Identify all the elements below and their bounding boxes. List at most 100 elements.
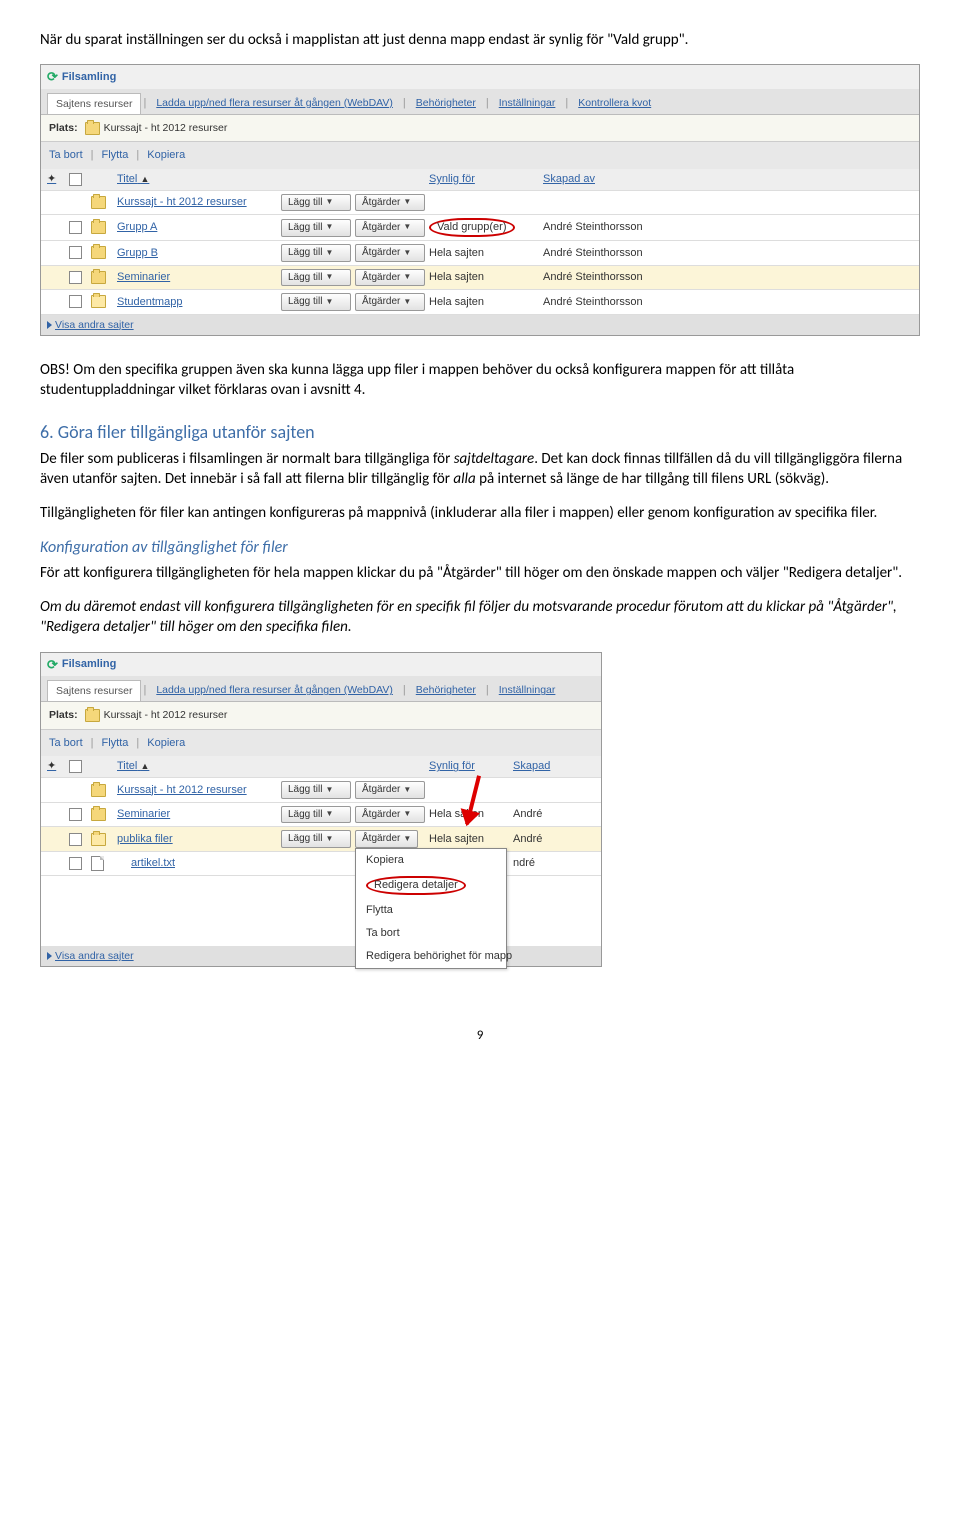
visible-for-value: Hela sajten	[429, 295, 539, 310]
dropdown-caret-icon: ▼	[325, 197, 333, 208]
dropdown-caret-icon: ▼	[325, 834, 333, 845]
actions-menu: Kopiera Redigera detaljer Flytta Ta bort…	[355, 848, 507, 968]
actions-button[interactable]: Åtgärder▼	[355, 219, 425, 237]
section-6-paragraph-1: De filer som publiceras i filsamlingen ä…	[40, 449, 920, 490]
bulk-actions: Ta bort | Flytta | Kopiera	[41, 730, 601, 757]
dropdown-caret-icon: ▼	[325, 272, 333, 283]
page-number: 9	[40, 1027, 920, 1045]
subsection-heading: Konfiguration av tillgänglighet för file…	[40, 537, 920, 559]
actions-button[interactable]: Åtgärder▼	[355, 781, 425, 799]
row-name[interactable]: Seminarier	[117, 807, 277, 822]
divider: |	[401, 93, 408, 114]
action-copy[interactable]: Kopiera	[147, 736, 185, 751]
row-checkbox[interactable]	[69, 808, 82, 821]
actions-dropdown[interactable]: Åtgärder▼ Kopiera Redigera detaljer Flyt…	[355, 830, 425, 848]
tab-bar: Sajtens resurser | Ladda upp/ned flera r…	[41, 676, 601, 702]
row-name[interactable]: artikel.txt	[117, 856, 277, 871]
action-move[interactable]: Flytta	[102, 736, 129, 751]
table-row: artikel.txt Åtgärder▼ ndré	[41, 852, 601, 877]
tab-behorigheter[interactable]: Behörigheter	[408, 680, 484, 701]
actions-button[interactable]: Åtgärder▼	[355, 806, 425, 824]
divider: |	[484, 680, 491, 701]
author-value: ndré	[513, 856, 573, 871]
add-button[interactable]: Lägg till▼	[281, 244, 351, 262]
author-value: André Steinthorsson	[543, 246, 693, 261]
refresh-icon: ⟳	[47, 68, 58, 86]
add-button[interactable]: Lägg till▼	[281, 269, 351, 287]
actions-button[interactable]: Åtgärder▼	[355, 293, 425, 311]
visible-for-value: Vald grupp(er)	[429, 218, 539, 237]
visible-for-value: Hela sajten	[429, 246, 539, 261]
tab-webdav[interactable]: Ladda upp/ned flera resurser åt gången (…	[148, 680, 401, 701]
tab-webdav[interactable]: Ladda upp/ned flera resurser åt gången (…	[148, 93, 401, 114]
menu-item-copy[interactable]: Kopiera	[356, 849, 506, 872]
row-checkbox[interactable]	[69, 857, 82, 870]
add-button[interactable]: Lägg till▼	[281, 781, 351, 799]
actions-button[interactable]: Åtgärder▼	[355, 269, 425, 287]
menu-item-delete[interactable]: Ta bort	[356, 922, 506, 945]
dropdown-caret-icon: ▼	[403, 785, 411, 796]
add-button[interactable]: Lägg till▼	[281, 806, 351, 824]
col-created-by[interactable]: Skapad av	[543, 172, 693, 187]
row-checkbox[interactable]	[69, 221, 82, 234]
tab-installningar[interactable]: Inställningar	[491, 680, 564, 701]
tab-sajtens-resurser[interactable]: Sajtens resurser	[47, 93, 141, 114]
menu-item-move[interactable]: Flytta	[356, 899, 506, 922]
show-other-sites-link[interactable]: Visa andra sajter	[41, 946, 601, 966]
highlight-oval: Redigera detaljer	[366, 876, 466, 895]
row-name[interactable]: publika filer	[117, 832, 277, 847]
action-move[interactable]: Flytta	[102, 148, 129, 163]
col-title[interactable]: Titel ▲	[117, 759, 277, 774]
action-copy[interactable]: Kopiera	[147, 148, 185, 163]
screenshot-filsamling-1: ⟳ Filsamling Sajtens resurser | Ladda up…	[40, 64, 920, 336]
tab-sajtens-resurser[interactable]: Sajtens resurser	[47, 680, 141, 701]
action-delete[interactable]: Ta bort	[49, 736, 83, 751]
plats-value: Kurssajt - ht 2012 resurser	[104, 708, 228, 722]
table-row: Kurssajt - ht 2012 resurser Lägg till▼ Å…	[41, 778, 601, 803]
row-name[interactable]: Kurssajt - ht 2012 resurser	[117, 195, 277, 210]
tab-behorigheter[interactable]: Behörigheter	[408, 93, 484, 114]
row-name[interactable]: Kurssajt - ht 2012 resurser	[117, 783, 277, 798]
col-visible-for[interactable]: Synlig för	[429, 172, 539, 187]
col-title[interactable]: Titel ▲	[117, 172, 277, 187]
dropdown-caret-icon: ▼	[325, 297, 333, 308]
col-expand: ✦	[47, 759, 65, 774]
add-button[interactable]: Lägg till▼	[281, 830, 351, 848]
row-checkbox[interactable]	[69, 833, 82, 846]
folder-open-icon	[91, 833, 106, 846]
tab-kontrollera-kvot[interactable]: Kontrollera kvot	[570, 93, 659, 114]
row-checkbox[interactable]	[69, 271, 82, 284]
actions-button[interactable]: Åtgärder▼	[355, 830, 418, 848]
add-button[interactable]: Lägg till▼	[281, 219, 351, 237]
table-row: Studentmapp Lägg till▼ Åtgärder▼ Hela sa…	[41, 290, 919, 315]
col-created-by[interactable]: Skapad	[513, 759, 573, 774]
folder-icon	[85, 709, 100, 722]
row-checkbox[interactable]	[69, 295, 82, 308]
select-all-checkbox[interactable]	[69, 173, 82, 186]
menu-item-edit-details[interactable]: Redigera detaljer	[356, 872, 506, 899]
divider: |	[141, 93, 148, 114]
row-name[interactable]: Grupp B	[117, 246, 277, 261]
menu-item-edit-permissions[interactable]: Redigera behörighet för mapp	[356, 945, 506, 968]
show-other-sites-link[interactable]: Visa andra sajter	[41, 315, 919, 335]
tab-installningar[interactable]: Inställningar	[491, 93, 564, 114]
col-visible-for[interactable]: Synlig för	[429, 759, 509, 774]
dropdown-caret-icon: ▼	[403, 272, 411, 283]
author-value: André	[513, 807, 573, 822]
divider: |	[141, 680, 148, 701]
row-name[interactable]: Seminarier	[117, 270, 277, 285]
action-delete[interactable]: Ta bort	[49, 148, 83, 163]
row-name[interactable]: Studentmapp	[117, 295, 277, 310]
actions-button[interactable]: Åtgärder▼	[355, 194, 425, 212]
table-header: ✦ Titel ▲ Synlig för Skapad av	[41, 169, 919, 191]
row-name[interactable]: Grupp A	[117, 220, 277, 235]
col-expand: ✦	[47, 172, 65, 187]
divider: |	[484, 93, 491, 114]
row-checkbox[interactable]	[69, 246, 82, 259]
select-all-checkbox[interactable]	[69, 760, 82, 773]
add-button[interactable]: Lägg till▼	[281, 194, 351, 212]
subsection-paragraph-2: Om du däremot endast vill konfigurera ti…	[40, 597, 920, 638]
add-button[interactable]: Lägg till▼	[281, 293, 351, 311]
dropdown-caret-icon: ▼	[325, 222, 333, 233]
actions-button[interactable]: Åtgärder▼	[355, 244, 425, 262]
